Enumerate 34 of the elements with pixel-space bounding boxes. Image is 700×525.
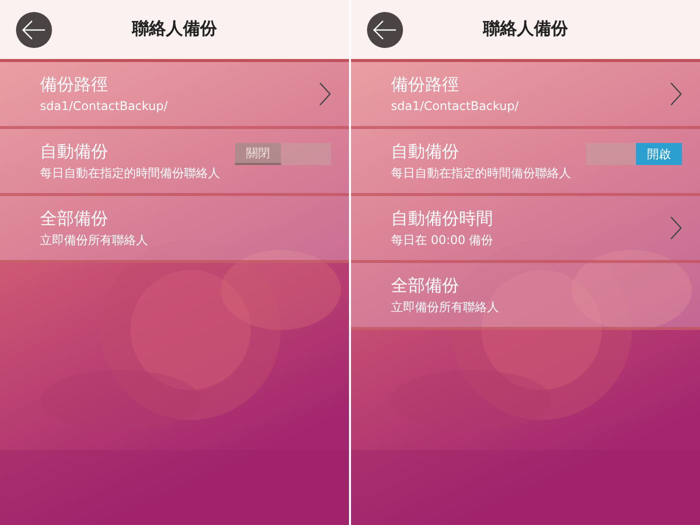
row-subtitle: 每日自動在指定的時間備份聯絡人 <box>391 165 572 182</box>
row-subtitle: sda1/ContactBackup/ <box>391 98 520 115</box>
row-subtitle: 每日自動在指定的時間備份聯絡人 <box>40 165 221 182</box>
row-title: 備份路徑 <box>40 74 109 97</box>
toggle-thumb[interactable]: 關閉 <box>235 143 281 165</box>
row-title: 自動備份 <box>391 141 460 164</box>
row-title: 全部備份 <box>40 208 109 231</box>
toggle-thumb[interactable]: 開啟 <box>636 143 682 165</box>
settings-row[interactable]: 自動備份 每日自動在指定的時間備份聯絡人 關閉 <box>0 129 349 196</box>
chevron-right-icon <box>670 82 682 106</box>
row-subtitle: sda1/ContactBackup/ <box>40 98 169 115</box>
row-subtitle: 立即備份所有聯絡人 <box>40 232 149 249</box>
toggle-switch[interactable]: 開啟 <box>586 143 682 165</box>
settings-row[interactable]: 自動備份時間 每日在 00:00 備份 <box>351 196 700 263</box>
chevron-right-icon <box>670 216 682 240</box>
settings-row[interactable]: 備份路徑 sda1/ContactBackup/ <box>0 62 349 129</box>
settings-row[interactable]: 自動備份 每日自動在指定的時間備份聯絡人 開啟 <box>351 129 700 196</box>
chevron-right-icon <box>319 82 331 106</box>
row-title: 自動備份時間 <box>391 208 494 231</box>
screen-title: 聯絡人備份 <box>130 18 218 41</box>
settings-row[interactable]: 全部備份 立即備份所有聯絡人 <box>0 196 349 263</box>
row-title: 全部備份 <box>391 275 460 298</box>
row-title: 備份路徑 <box>391 74 460 97</box>
row-subtitle: 立即備份所有聯絡人 <box>391 299 500 316</box>
settings-row[interactable]: 全部備份 立即備份所有聯絡人 <box>351 263 700 330</box>
row-title: 自動備份 <box>40 141 109 164</box>
arrow-left-icon <box>21 20 47 40</box>
toggle-switch[interactable]: 關閉 <box>235 143 331 165</box>
back-button[interactable] <box>367 12 403 48</box>
back-button[interactable] <box>16 12 52 48</box>
row-subtitle: 每日在 00:00 備份 <box>391 232 494 249</box>
arrow-left-icon <box>372 20 398 40</box>
screen-title: 聯絡人備份 <box>482 18 569 41</box>
settings-row[interactable]: 備份路徑 sda1/ContactBackup/ <box>351 62 700 129</box>
